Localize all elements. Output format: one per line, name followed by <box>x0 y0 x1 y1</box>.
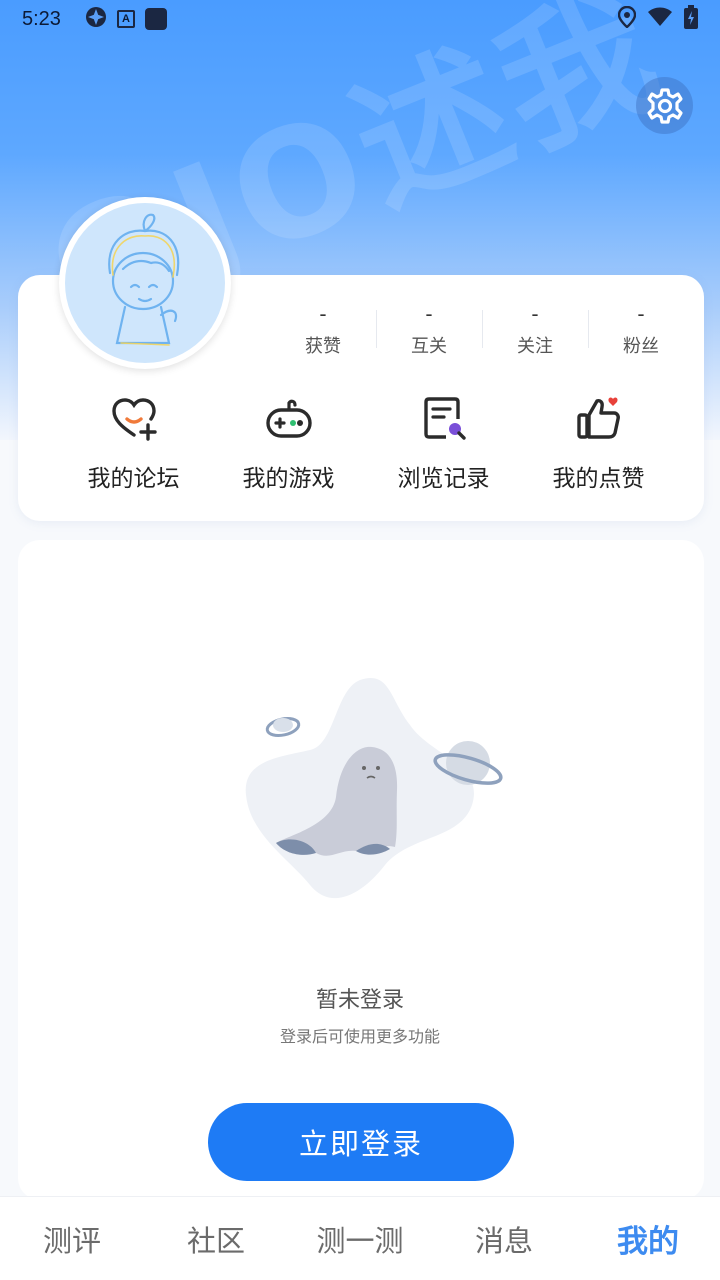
battery-icon <box>684 4 698 34</box>
stat-likes-received[interactable]: - 获赞 <box>270 302 376 366</box>
tab-community[interactable]: 社区 <box>144 1197 288 1280</box>
tab-mine[interactable]: 我的 <box>576 1197 720 1280</box>
my-forum-button[interactable]: 我的论坛 <box>56 395 211 493</box>
gear-icon <box>646 87 683 124</box>
font-a-icon: A <box>116 10 135 28</box>
status-bar: 5:23 A <box>0 0 720 38</box>
profile-stats: - 获赞 - 互关 - 关注 - 粉丝 <box>270 302 694 366</box>
thumbs-up-icon <box>576 397 620 439</box>
stat-label: 获赞 <box>305 336 341 357</box>
stat-following[interactable]: - 关注 <box>482 302 588 366</box>
status-time: 5:23 <box>22 7 61 30</box>
avatar[interactable] <box>59 197 231 369</box>
empty-state-title: 暂未登录 <box>315 988 404 1013</box>
stat-label: 互关 <box>411 336 447 357</box>
avatar-image <box>65 203 225 363</box>
not-logged-in-illustration <box>240 665 510 915</box>
wifi-icon <box>648 7 672 32</box>
my-likes-button[interactable]: 我的点赞 <box>521 395 676 493</box>
stat-value: - <box>531 302 539 326</box>
quick-action-label: 我的论坛 <box>87 466 180 492</box>
empty-state-subtitle: 登录后可使用更多功能 <box>279 1027 440 1046</box>
history-search-icon <box>423 397 466 440</box>
quick-action-label: 浏览记录 <box>397 466 490 492</box>
login-button[interactable]: 立即登录 <box>208 1103 514 1181</box>
heart-plus-icon <box>111 398 157 441</box>
bottom-tab-bar: 测评 社区 测一测 消息 我的 <box>0 1196 720 1280</box>
tab-quiz[interactable]: 测一测 <box>288 1197 432 1280</box>
browse-history-button[interactable]: 浏览记录 <box>366 395 521 493</box>
stat-value: - <box>319 302 327 326</box>
tab-messages[interactable]: 消息 <box>432 1197 576 1280</box>
aperture-icon <box>85 6 107 33</box>
stat-value: - <box>425 302 433 326</box>
stat-mutual-follows[interactable]: - 互关 <box>376 302 482 366</box>
settings-button[interactable] <box>636 77 693 134</box>
stat-value: - <box>637 302 645 326</box>
stat-label: 关注 <box>517 336 553 357</box>
stat-followers[interactable]: - 粉丝 <box>588 302 694 366</box>
quick-actions: 我的论坛 我的游戏 浏览记录 我的点赞 <box>18 395 704 493</box>
quick-action-label: 我的点赞 <box>552 466 645 492</box>
app-square-icon <box>144 8 167 30</box>
gamepad-icon <box>265 399 312 438</box>
my-games-button[interactable]: 我的游戏 <box>211 395 366 493</box>
tab-reviews[interactable]: 测评 <box>0 1197 144 1280</box>
quick-action-label: 我的游戏 <box>242 466 335 492</box>
location-icon <box>617 5 637 33</box>
stat-label: 粉丝 <box>623 336 659 357</box>
